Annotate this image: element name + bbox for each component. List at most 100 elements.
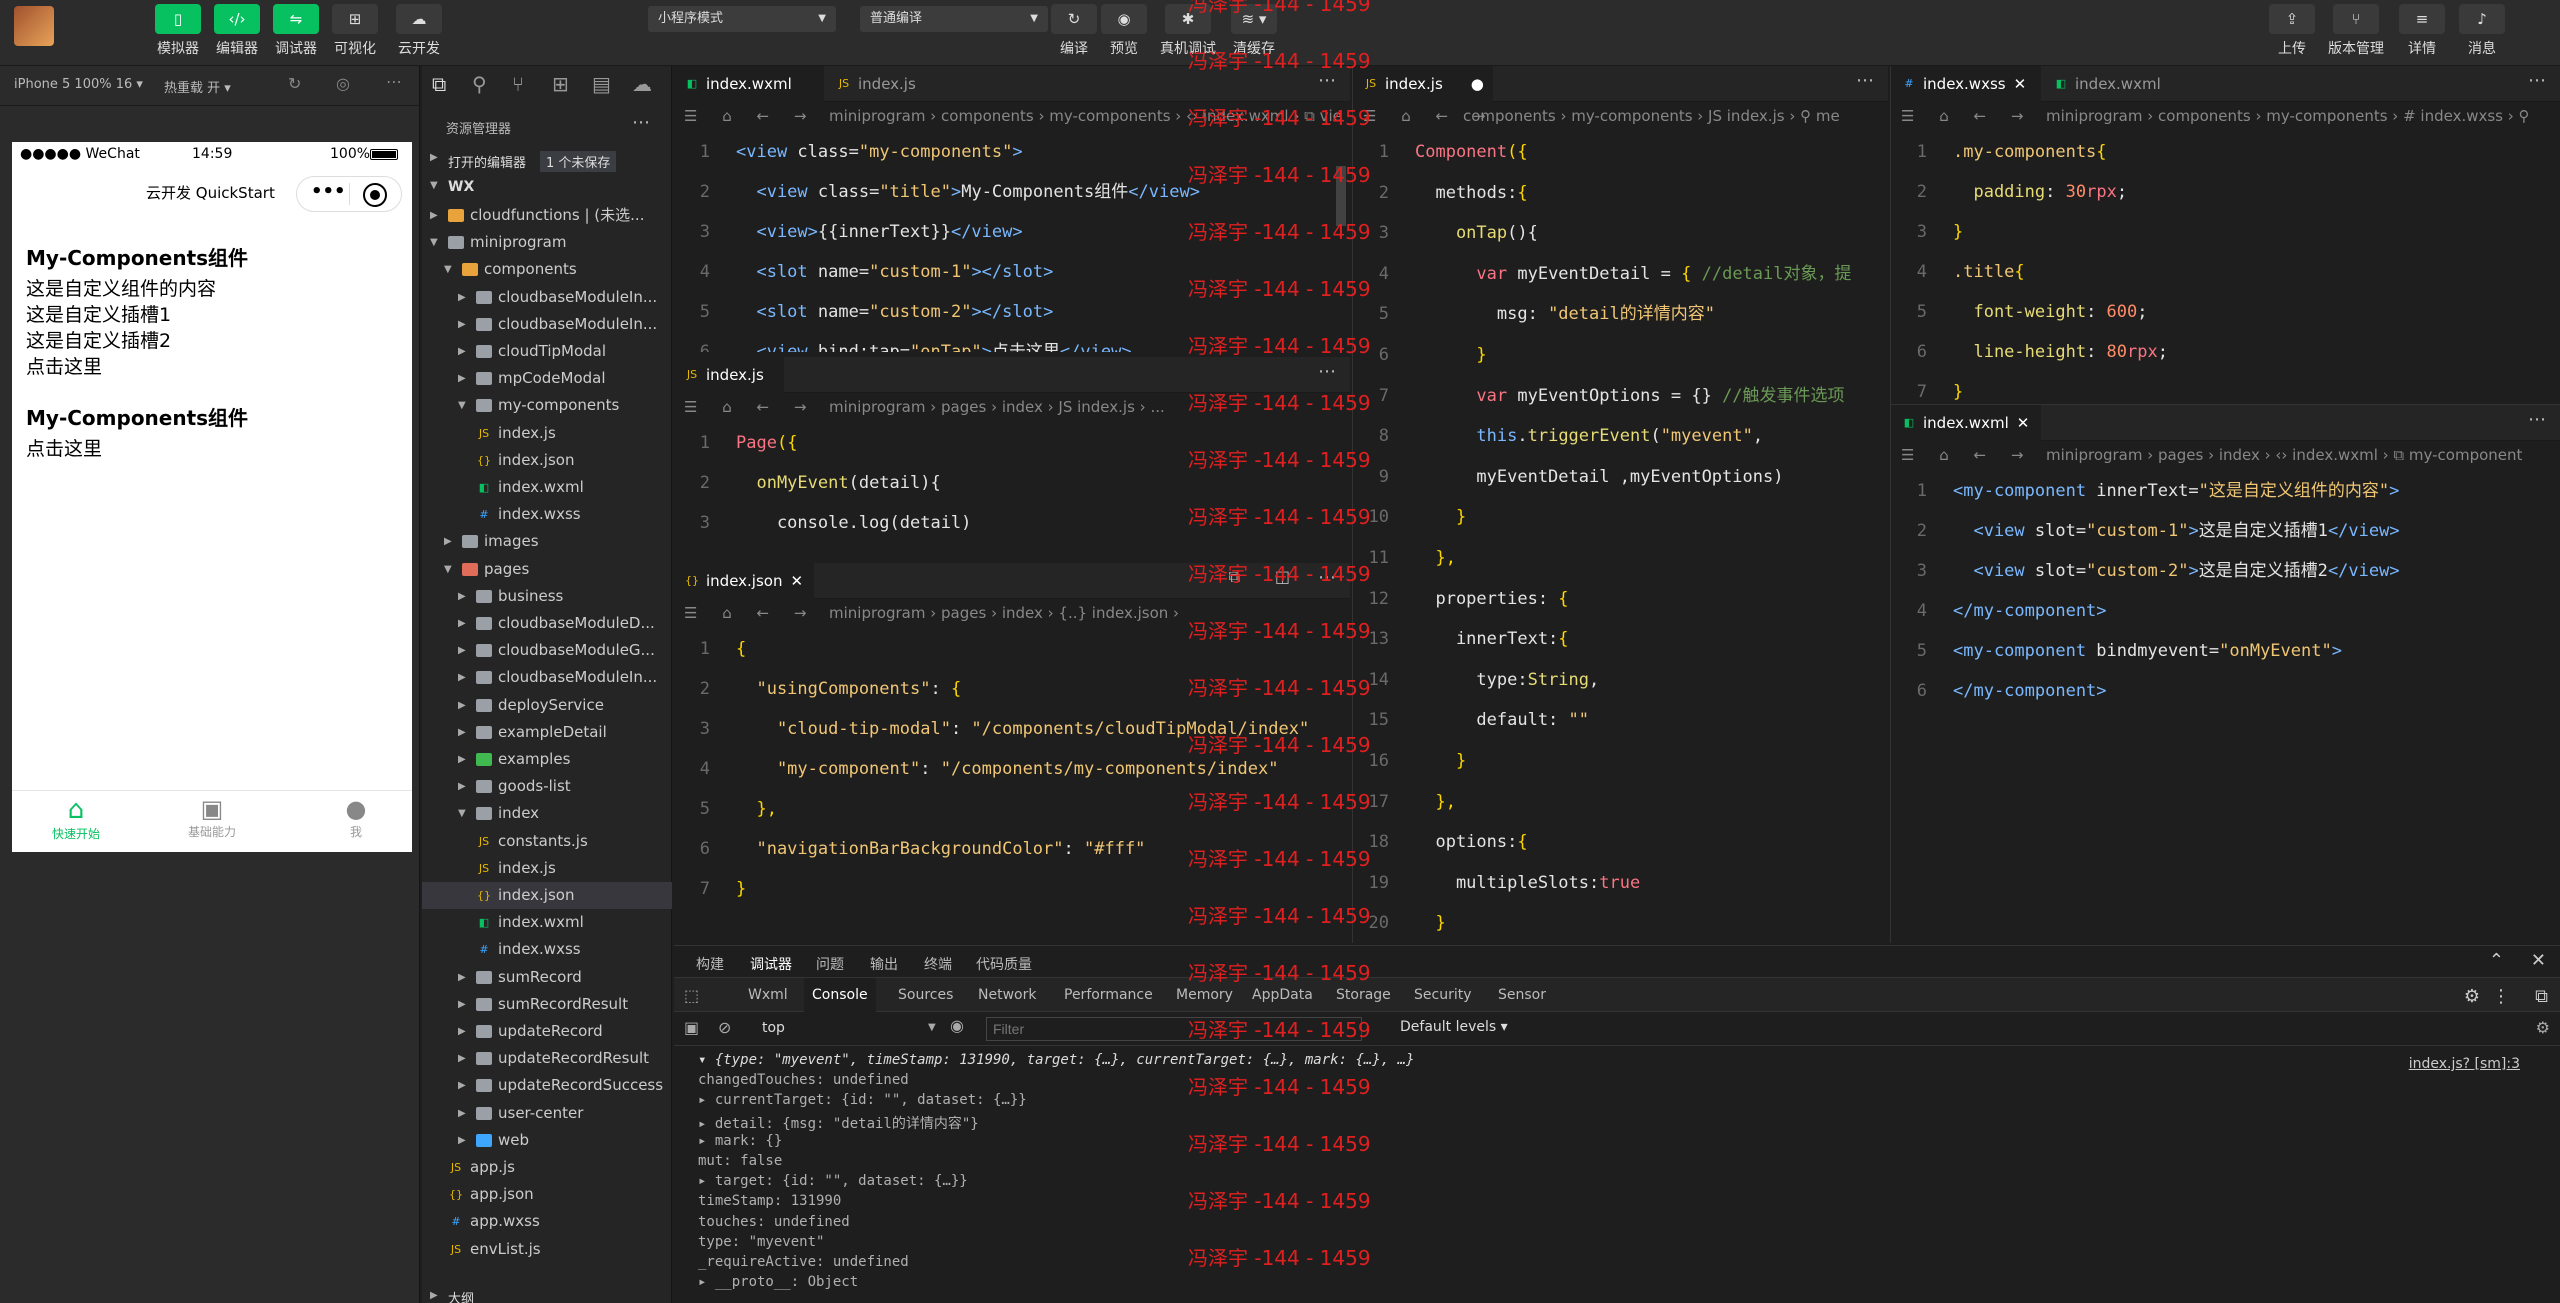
more-icon[interactable]: ⋯ — [1318, 361, 1336, 382]
cloud-dev-button[interactable]: ☁ 云开发 — [389, 4, 449, 58]
panel-tab-wxml[interactable]: Wxml — [740, 978, 796, 1012]
capsule-menu[interactable]: ••• — [296, 176, 402, 212]
tree-item[interactable]: ▶ images — [422, 528, 672, 555]
tab-index-js[interactable]: JS index.js — [826, 66, 956, 102]
tree-item[interactable]: ▶ cloudbaseModuleG... — [422, 637, 672, 664]
console-line[interactable]: ▾ {type: "myevent", timeStamp: 131990, t… — [698, 1052, 1414, 1068]
close-icon[interactable] — [363, 183, 387, 207]
tree-item[interactable]: ▼ index — [422, 800, 672, 827]
stop-icon[interactable]: ◎ — [336, 74, 350, 93]
tree-item[interactable]: ▶ cloudbaseModuleD... — [422, 610, 672, 637]
panel-tab-sensor[interactable]: Sensor — [1490, 978, 1554, 1012]
tree-item[interactable]: JS index.js — [422, 420, 672, 447]
more-icon[interactable]: ⋯ — [1856, 70, 1874, 91]
open-editors-section[interactable]: ▶ 打开的编辑器 1 个未保存 — [422, 148, 672, 174]
nav-icons[interactable]: ☰ ⌂ ← → — [1901, 102, 2033, 130]
tab-index-wxml[interactable]: ◧ index.wxml — [674, 66, 824, 102]
more-vertical-icon[interactable]: ⋮ — [2492, 986, 2510, 1007]
preview-button[interactable]: ◉ 预览 — [1094, 4, 1154, 58]
tree-item[interactable]: JS envList.js — [422, 1236, 672, 1263]
git-icon[interactable]: ⑂ — [512, 72, 524, 96]
tree-item[interactable]: ▼ pages — [422, 556, 672, 583]
tree-item[interactable]: JS app.js — [422, 1154, 672, 1181]
preview-icon[interactable]: ▤ — [592, 72, 611, 96]
tree-item[interactable]: # app.wxss — [422, 1208, 672, 1235]
gear-icon[interactable]: ⚙ — [2464, 986, 2480, 1007]
messages-button[interactable]: ♪ 消息 — [2452, 4, 2512, 58]
gear-icon[interactable]: ⚙ — [2536, 1018, 2550, 1037]
tree-item[interactable]: {} app.json — [422, 1181, 672, 1208]
extensions-icon[interactable]: ⊞ — [552, 72, 569, 96]
tree-item[interactable]: ▶ sumRecord — [422, 964, 672, 991]
devtools-tab[interactable]: 输出 — [870, 954, 898, 974]
tree-item[interactable]: ◧ index.wxml — [422, 909, 672, 936]
hot-reload-toggle[interactable]: 热重载 开 ▾ — [164, 77, 231, 96]
tree-item[interactable]: ▶ goods-list — [422, 773, 672, 800]
component-text[interactable]: 点击这里 — [26, 434, 102, 461]
debugger-button[interactable]: ⇋ 调试器 — [266, 4, 326, 58]
tab-me[interactable]: ● 我 — [306, 795, 406, 840]
sidebar-toggle-icon[interactable]: ▣ — [684, 1018, 699, 1037]
tree-item[interactable]: ▼ components — [422, 256, 672, 283]
tab-index-js[interactable]: JS index.js ● — [1353, 66, 1493, 102]
dock-icon[interactable]: ⧉ — [2535, 986, 2548, 1007]
console-line[interactable]: ▸ currentTarget: {id: "", dataset: {…}} — [698, 1092, 1027, 1108]
editor-button[interactable]: ‹/› 编辑器 — [207, 4, 267, 58]
levels-select[interactable]: Default levels ▾ — [1400, 1019, 1508, 1035]
inspect-icon[interactable]: ⬚ — [684, 986, 699, 1005]
tree-item[interactable]: ▶ deployService — [422, 692, 672, 719]
more-icon[interactable]: ⋯ — [2528, 70, 2546, 91]
tree-item[interactable]: ▼ my-components — [422, 392, 672, 419]
console-line[interactable]: ▸ target: {id: "", dataset: {…}} — [698, 1173, 968, 1189]
tree-item[interactable]: ▼ miniprogram — [422, 229, 672, 256]
devtools-tab[interactable]: 代码质量 — [976, 954, 1032, 974]
more-icon[interactable]: ••• — [311, 181, 346, 202]
workspace-root[interactable]: ▼ WX — [422, 176, 672, 202]
tree-item[interactable]: ▶ cloudbaseModuleIn... — [422, 311, 672, 338]
tab-index-wxml[interactable]: ◧ index.wxml ✕ — [1891, 405, 2041, 441]
chevron-up-icon[interactable]: ⌃ — [2489, 950, 2504, 971]
code-area[interactable]: 1 .my-components{2 padding: 30rpx; 3} 4 .tit… — [1891, 132, 2560, 404]
panel-tab-security[interactable]: Security — [1406, 978, 1480, 1012]
details-button[interactable]: ≡ 详情 — [2392, 4, 2452, 58]
tree-item[interactable]: JS index.js — [422, 855, 672, 882]
tab-index-wxss[interactable]: # index.wxss ✕ — [1891, 66, 2041, 102]
tree-item[interactable]: ▶ cloudbaseModuleIn... — [422, 284, 672, 311]
tree-item[interactable]: ▶ business — [422, 583, 672, 610]
console-line[interactable]: ▸ detail: {msg: "detail的详情内容"} — [698, 1113, 979, 1133]
nav-icons[interactable]: ☰ ⌂ ← → — [1901, 441, 2033, 469]
tree-item[interactable]: ▶ user-center — [422, 1100, 672, 1127]
tree-item[interactable]: ▶ exampleDetail — [422, 719, 672, 746]
tab-quickstart[interactable]: ⌂ 快速开始 — [26, 795, 126, 842]
tree-item[interactable]: ▶ updateRecordResult — [422, 1045, 672, 1072]
panel-tab-sources[interactable]: Sources — [890, 978, 961, 1012]
tree-item[interactable]: ▶ sumRecordResult — [422, 991, 672, 1018]
tab-index-wxml[interactable]: ◧ index.wxml — [2043, 66, 2183, 102]
panel-tab-performance[interactable]: Performance — [1056, 978, 1161, 1012]
tree-item[interactable]: ▶ examples — [422, 746, 672, 773]
devtools-tab[interactable]: 终端 — [924, 954, 952, 974]
tree-item[interactable]: # index.wxss — [422, 501, 672, 528]
close-icon[interactable]: ✕ — [790, 572, 803, 590]
cloud-icon[interactable]: ☁ — [632, 72, 652, 96]
tab-index-js[interactable]: JS index.js — [674, 357, 784, 393]
mode-select[interactable]: 小程序模式 ▼ — [648, 6, 836, 32]
device-select[interactable]: iPhone 5 100% 16 ▾ — [14, 77, 143, 92]
tree-item[interactable]: ▶ updateRecordSuccess — [422, 1072, 672, 1099]
more-icon[interactable]: ⋯ — [386, 72, 402, 91]
devtools-tab[interactable]: 构建 — [696, 954, 724, 974]
refresh-icon[interactable]: ↻ — [288, 74, 301, 93]
outline-section[interactable]: ▶ 大纲 — [422, 1288, 672, 1303]
tab-basic[interactable]: ▣ 基础能力 — [162, 795, 262, 840]
component-text[interactable]: 点击这里 — [26, 352, 102, 379]
nav-icons[interactable]: ☰ ⌂ ← → — [684, 393, 816, 421]
clear-console-icon[interactable]: ⊘ — [718, 1018, 731, 1037]
tab-index-json[interactable]: {} index.json ✕ — [674, 563, 814, 599]
simulator-button[interactable]: ▯ 模拟器 — [148, 4, 208, 58]
console-line[interactable]: ▸ __proto__: Object — [698, 1274, 858, 1290]
tree-item[interactable]: {} index.json — [422, 447, 672, 474]
upload-button[interactable]: ⇪ 上传 — [2262, 4, 2322, 58]
code-area[interactable]: 1 <my-component innerText="这是自定义组件的内容"> 2 … — [1891, 471, 2560, 943]
context-select[interactable]: top ▼ — [748, 1017, 948, 1041]
avatar[interactable] — [14, 6, 54, 46]
